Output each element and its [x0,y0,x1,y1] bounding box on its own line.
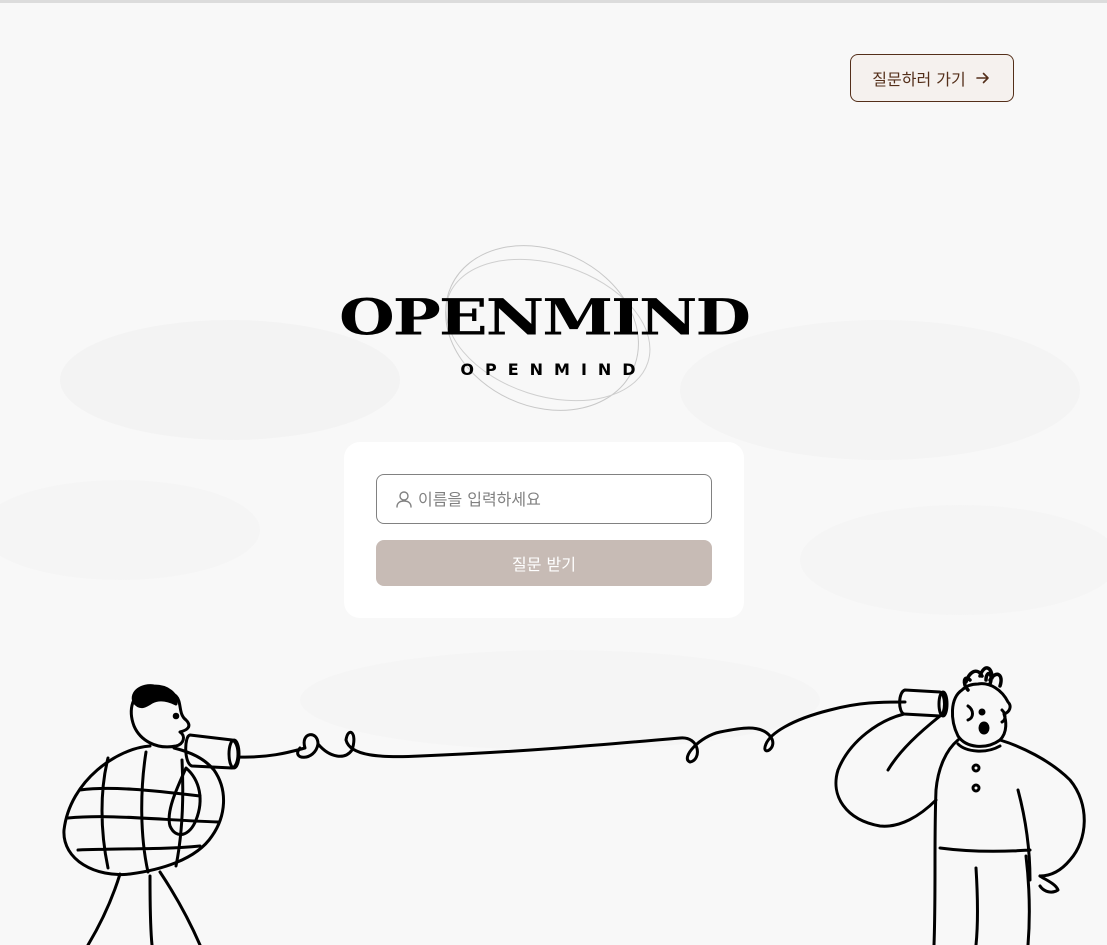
tin-can-phone-illustration [62,666,1086,945]
logo-wordmark: OPENMIND [339,288,751,347]
name-field-wrapper[interactable] [376,474,712,524]
go-ask-button-label: 질문하러 가기 [872,70,966,89]
person-icon [396,491,412,508]
receive-questions-button[interactable]: 질문 받기 [376,540,712,586]
arrow-right-icon [975,72,989,84]
name-input[interactable] [418,484,698,514]
name-entry-card: 질문 받기 [344,442,744,618]
go-ask-button[interactable]: 질문하러 가기 [850,54,1014,102]
logo-subtitle: OPENMIND [460,360,647,379]
openmind-logo: OPENMIND [316,238,772,418]
